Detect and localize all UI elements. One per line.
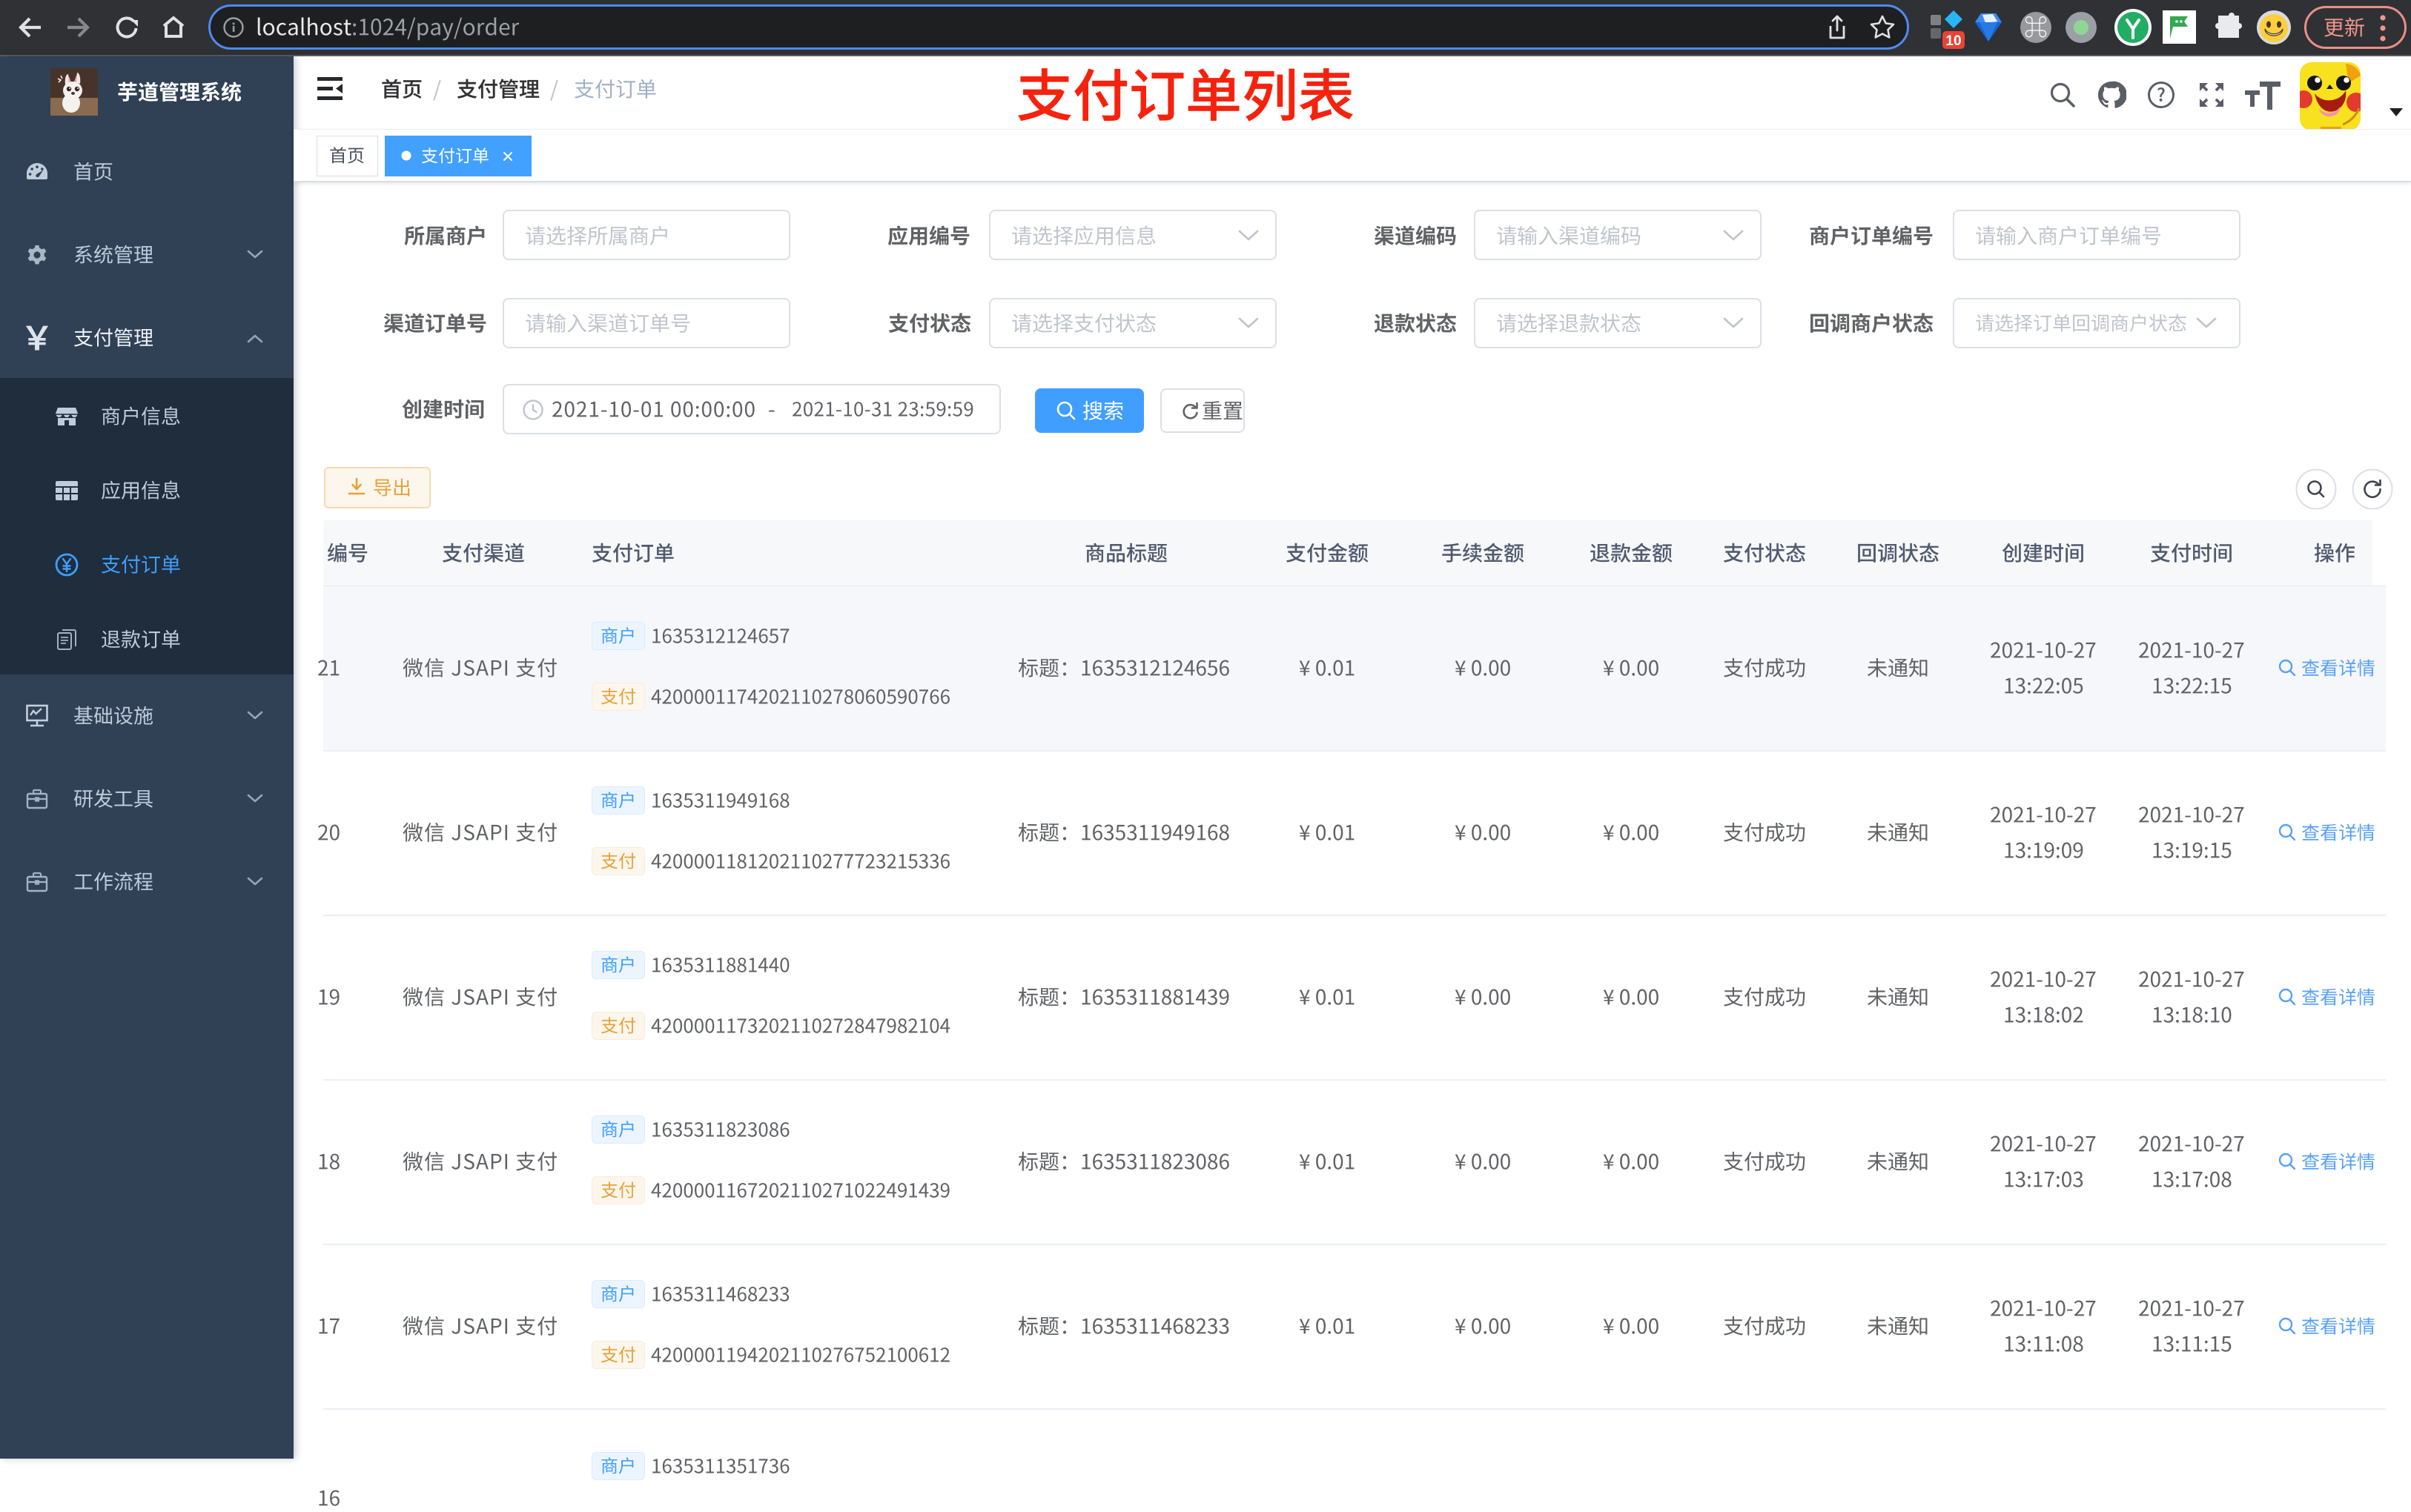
svg-text:10: 10 (1945, 33, 1961, 49)
